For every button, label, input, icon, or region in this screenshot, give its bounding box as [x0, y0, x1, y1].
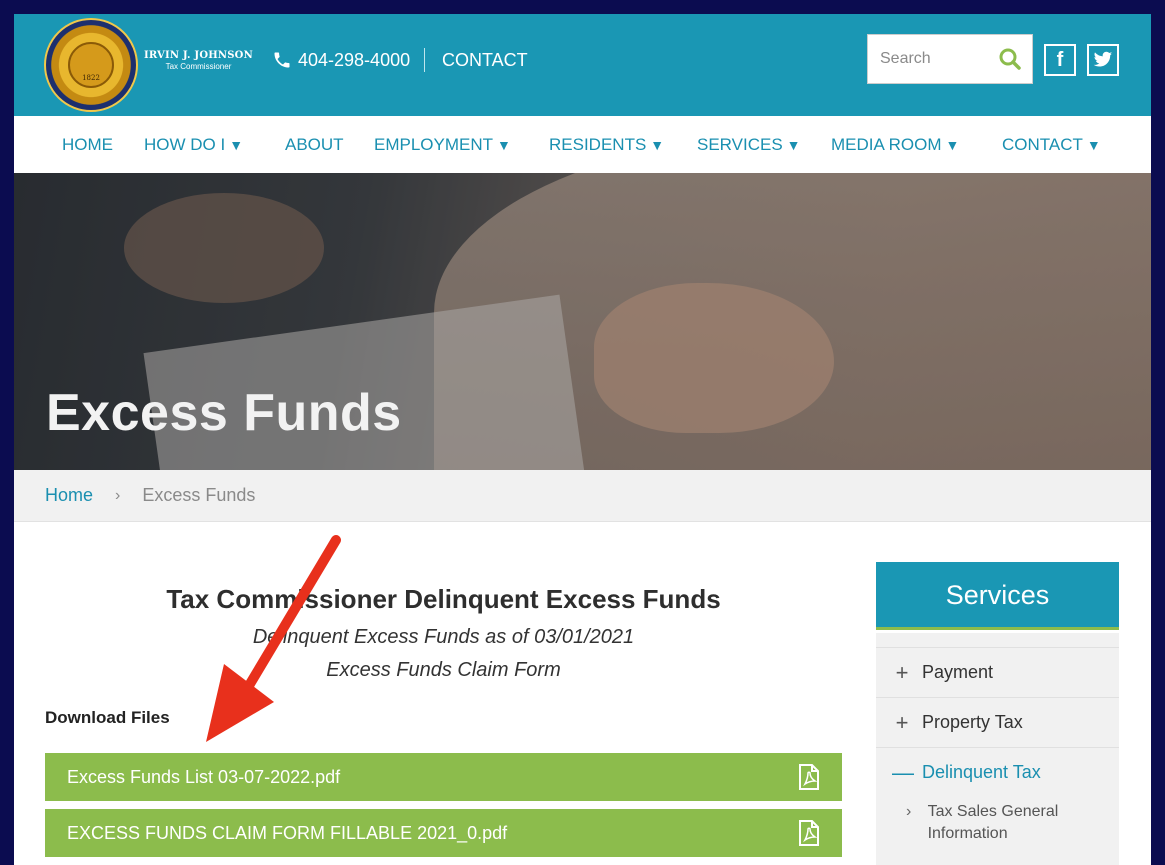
nav-services[interactable]: SERVICES ▼ — [697, 116, 801, 173]
sidebar-item-label: Delinquent Tax — [922, 762, 1041, 782]
chevron-down-icon: ▼ — [229, 137, 244, 153]
file-download-claim-form[interactable]: EXCESS FUNDS CLAIM FORM FILLABLE 2021_0.… — [45, 809, 842, 857]
breadcrumb-current: Excess Funds — [142, 485, 256, 505]
nav-home-label: HOME — [62, 135, 113, 154]
nav-home[interactable]: HOME — [62, 116, 113, 173]
nav-media-room[interactable]: MEDIA ROOM ▼ — [831, 116, 959, 173]
header-divider — [424, 48, 425, 72]
chevron-down-icon: ▼ — [786, 137, 801, 153]
sidebar-menu: + Payment + Property Tax — Delinquent Ta… — [876, 633, 1119, 865]
search-input[interactable] — [868, 35, 996, 83]
nav-residents[interactable]: RESIDENTS ▼ — [549, 116, 664, 173]
file-download-excess-funds-list[interactable]: Excess Funds List 03-07-2022.pdf — [45, 753, 842, 801]
minus-icon: — — [892, 759, 914, 785]
nav-services-label: SERVICES — [697, 135, 783, 154]
nav-residents-label: RESIDENTS — [549, 135, 647, 154]
sidebar-item-label: Property Tax — [922, 712, 1023, 732]
breadcrumb-separator-icon: › — [115, 486, 121, 504]
nav-contact[interactable]: CONTACT ▼ — [1002, 116, 1101, 173]
page-title: Excess Funds — [46, 384, 402, 442]
facebook-icon[interactable]: f — [1044, 44, 1076, 76]
annotation-arrow-icon — [206, 535, 341, 742]
nav-employment[interactable]: EMPLOYMENT ▼ — [374, 116, 511, 173]
plus-icon: + — [895, 659, 909, 685]
seal-center: 1822 — [68, 42, 114, 88]
header-contact-link[interactable]: CONTACT — [442, 48, 528, 72]
nav-employment-label: EMPLOYMENT — [374, 135, 494, 154]
chevron-down-icon: ▼ — [497, 137, 511, 153]
nav-about[interactable]: ABOUT — [285, 116, 344, 173]
sidebar-subitem-tax-sales[interactable]: › Tax Sales General Information — [906, 801, 1106, 845]
search-box — [867, 34, 1033, 84]
hero-banner: Excess Funds — [14, 173, 1151, 470]
breadcrumb: Home › Excess Funds — [14, 470, 1151, 522]
pdf-file-icon — [799, 820, 819, 846]
sidebar-item-delinquent-tax[interactable]: — Delinquent Tax — [876, 747, 1119, 797]
chevron-down-icon: ▼ — [650, 137, 665, 153]
sidebar-subitem-label: Tax Sales General Information — [927, 803, 1059, 842]
breadcrumb-home-link[interactable]: Home — [45, 485, 93, 506]
download-files-label: Download Files — [45, 708, 170, 727]
search-icon[interactable] — [998, 47, 1022, 71]
nav-how-do-i-label: HOW DO I — [144, 135, 226, 154]
content-heading: Tax Commissioner Delinquent Excess Funds — [166, 584, 721, 614]
sidebar-item-payment[interactable]: + Payment — [876, 647, 1119, 697]
twitter-icon[interactable] — [1087, 44, 1119, 76]
seal-year: 1822 — [82, 74, 100, 82]
chevron-down-icon: ▼ — [1086, 137, 1101, 153]
site-header: 1822 IRVIN J. JOHNSON Tax Commissioner 4… — [14, 14, 1151, 116]
plus-icon: + — [895, 709, 909, 735]
brand-name: IRVIN J. JOHNSON — [144, 50, 253, 61]
nav-how-do-i[interactable]: HOW DO I ▼ — [144, 116, 243, 173]
nav-about-label: ABOUT — [285, 135, 344, 154]
county-seal-logo[interactable]: 1822 — [44, 18, 138, 112]
twitter-bird-glyph — [1093, 51, 1113, 67]
brand[interactable]: IRVIN J. JOHNSON Tax Commissioner — [144, 50, 253, 71]
chevron-right-icon: › — [906, 803, 912, 820]
main-nav: HOME HOW DO I ▼ ABOUT EMPLOYMENT ▼ RESIDEN… — [14, 116, 1151, 173]
file-name: EXCESS FUNDS CLAIM FORM FILLABLE 2021_0.… — [67, 823, 508, 843]
nav-contact-label: CONTACT — [1002, 135, 1083, 154]
file-name: Excess Funds List 03-07-2022.pdf — [67, 767, 341, 787]
brand-title: Tax Commissioner — [165, 62, 232, 71]
browser-frame: 1822 IRVIN J. JOHNSON Tax Commissioner 4… — [14, 14, 1151, 865]
chevron-down-icon: ▼ — [945, 137, 960, 153]
phone-number: 404-298-4000 — [298, 49, 411, 70]
nav-media-room-label: MEDIA ROOM — [831, 135, 942, 154]
content-subtitle-claim-form: Excess Funds Claim Form — [326, 659, 561, 681]
sidebar-item-label: Payment — [922, 662, 994, 682]
phone-icon — [274, 52, 290, 68]
content-subtitle-date: Delinquent Excess Funds as of 03/01/2021 — [252, 626, 635, 648]
phone-link[interactable]: 404-298-4000 — [272, 48, 410, 72]
sidebar-item-property-tax[interactable]: + Property Tax — [876, 697, 1119, 747]
sidebar-heading: Services — [876, 562, 1119, 630]
pdf-file-icon — [799, 764, 819, 790]
